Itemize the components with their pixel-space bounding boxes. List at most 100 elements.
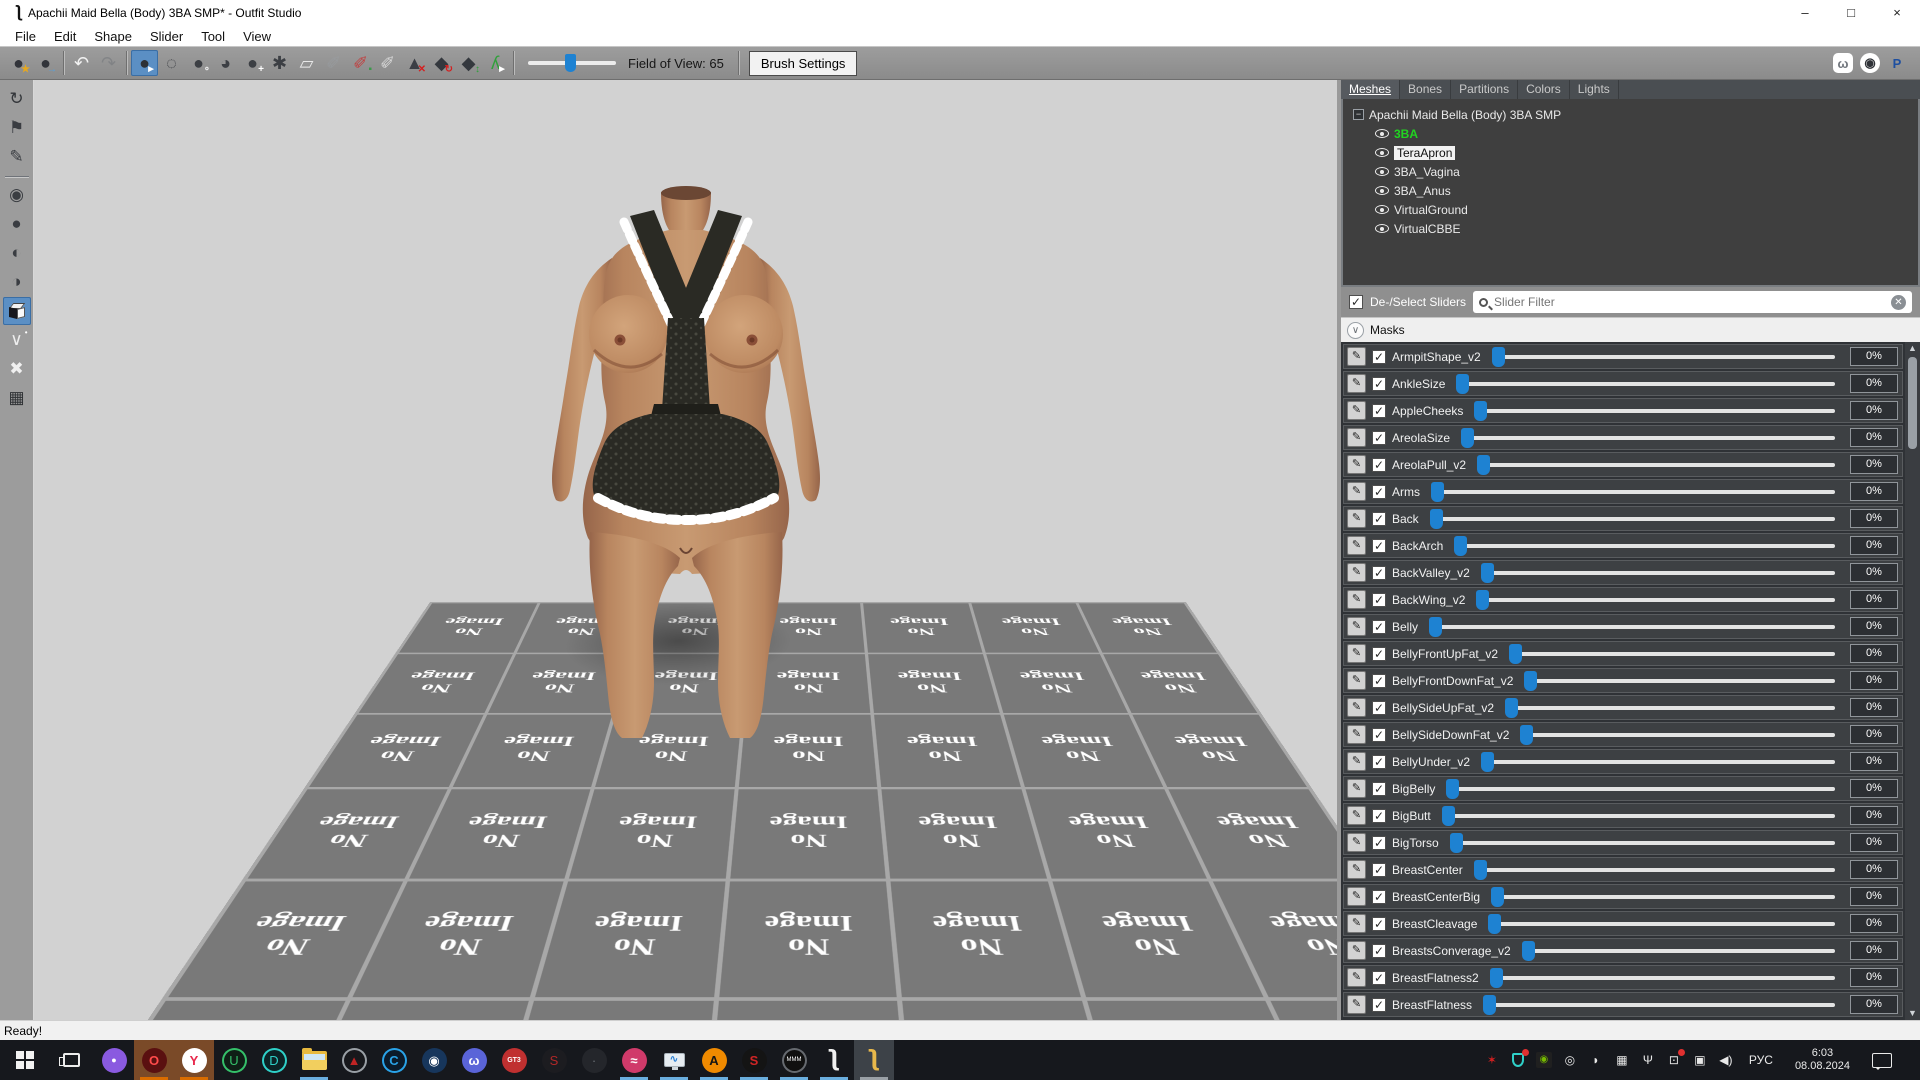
view-back-button[interactable]: ●: [3, 210, 31, 238]
masks-header[interactable]: ∨ Masks: [1341, 317, 1920, 342]
slider-track[interactable]: [1505, 706, 1835, 710]
slider-track[interactable]: [1442, 814, 1835, 818]
slider-thumb[interactable]: [1524, 671, 1537, 691]
scale-tool-button[interactable]: ◆↕: [455, 50, 482, 76]
slider-value[interactable]: 0%: [1850, 563, 1898, 582]
slider-value[interactable]: 0%: [1850, 698, 1898, 717]
close-button[interactable]: ×: [1874, 0, 1920, 26]
edit-slider-button[interactable]: ✎: [1347, 617, 1366, 636]
tree-item-3ba_vagina[interactable]: 3BA_Vagina: [1353, 162, 1918, 181]
slider-thumb[interactable]: [1476, 590, 1489, 610]
slider-thumb[interactable]: [1483, 995, 1496, 1015]
slider-checkbox[interactable]: ✓: [1372, 836, 1386, 850]
usb-tray-icon[interactable]: Ψ: [1639, 1051, 1657, 1069]
slider-track[interactable]: [1450, 841, 1835, 845]
tree-item-virtualcbbe[interactable]: VirtualCBBE: [1353, 219, 1918, 238]
slider-track[interactable]: [1430, 517, 1835, 521]
slider-thumb[interactable]: [1474, 401, 1487, 421]
slider-checkbox[interactable]: ✓: [1372, 539, 1386, 553]
color-brush-button[interactable]: ✐▪: [347, 50, 374, 76]
tree-root-row[interactable]: − Apachii Maid Bella (Body) 3BA SMP: [1353, 105, 1918, 124]
hwmonitor-app-icon[interactable]: ≈: [614, 1040, 654, 1080]
taskbar-clock[interactable]: 6:03 08.08.2024: [1787, 1047, 1858, 1073]
pc-alert-tray-icon[interactable]: ⊡: [1665, 1051, 1683, 1069]
vertex-edit-button[interactable]: ʎ►: [482, 50, 509, 76]
slider-value[interactable]: 0%: [1850, 752, 1898, 771]
browser-drop-app-icon[interactable]: ●: [94, 1040, 134, 1080]
slider-track[interactable]: [1446, 787, 1835, 791]
slider-value[interactable]: 0%: [1850, 968, 1898, 987]
redo-button[interactable]: ↷: [95, 50, 122, 76]
language-indicator[interactable]: РУС: [1743, 1053, 1779, 1067]
slider-checkbox[interactable]: ✓: [1372, 404, 1386, 418]
mask-brush-button[interactable]: ◌: [158, 50, 185, 76]
tree-collapse-icon[interactable]: −: [1353, 109, 1364, 120]
slider-track[interactable]: [1490, 976, 1835, 980]
start-button[interactable]: [2, 1040, 48, 1080]
slider-checkbox[interactable]: ✓: [1372, 998, 1386, 1012]
show-vertices-button[interactable]: ∨•: [3, 326, 31, 354]
restore-button[interactable]: □: [1828, 0, 1874, 26]
tree-item-teraapron[interactable]: TeraApron: [1353, 143, 1918, 162]
volume-tray-icon[interactable]: ◀): [1717, 1051, 1735, 1069]
brush-settings-button[interactable]: Brush Settings: [749, 51, 858, 76]
eye-icon[interactable]: [1375, 148, 1389, 157]
security-shield-app-icon[interactable]: D: [254, 1040, 294, 1080]
mmm-app-icon[interactable]: MMM: [774, 1040, 814, 1080]
steam-tray-icon[interactable]: ◎: [1561, 1051, 1579, 1069]
orbit-view-button[interactable]: ↻: [3, 85, 31, 113]
slider-track[interactable]: [1524, 679, 1835, 683]
show-bones-toggle-button[interactable]: ✖: [3, 355, 31, 383]
eye-icon[interactable]: [1375, 129, 1389, 138]
slider-thumb[interactable]: [1442, 806, 1455, 826]
slider-checkbox[interactable]: ✓: [1372, 971, 1386, 985]
slider-thumb[interactable]: [1430, 509, 1443, 529]
pencil-edit-button[interactable]: ✎: [3, 143, 31, 171]
edit-slider-button[interactable]: ✎: [1347, 401, 1366, 420]
eye-icon[interactable]: [1375, 167, 1389, 176]
slider-value[interactable]: 0%: [1850, 401, 1898, 420]
slider-thumb[interactable]: [1431, 482, 1444, 502]
edit-slider-button[interactable]: ✎: [1347, 509, 1366, 528]
antivirus-tray-icon[interactable]: [1509, 1051, 1527, 1069]
bloody-mouse-tray-icon[interactable]: ✶: [1483, 1051, 1501, 1069]
menu-slider[interactable]: Slider: [141, 29, 192, 44]
slider-checkbox[interactable]: ✓: [1372, 593, 1386, 607]
edit-slider-button[interactable]: ✎: [1347, 914, 1366, 933]
menu-file[interactable]: File: [6, 29, 45, 44]
slider-value[interactable]: 0%: [1850, 671, 1898, 690]
edit-slider-button[interactable]: ✎: [1347, 968, 1366, 987]
edit-slider-button[interactable]: ✎: [1347, 563, 1366, 582]
slider-checkbox[interactable]: ✓: [1372, 458, 1386, 472]
menu-view[interactable]: View: [234, 29, 280, 44]
perspective-toggle-button[interactable]: [3, 297, 31, 325]
slider-value[interactable]: 0%: [1850, 833, 1898, 852]
edit-slider-button[interactable]: ✎: [1347, 536, 1366, 555]
slider-track[interactable]: [1492, 355, 1835, 359]
scroll-down-icon[interactable]: ▼: [1908, 1007, 1917, 1020]
slider-value[interactable]: 0%: [1850, 995, 1898, 1014]
view-right-button[interactable]: ◑: [3, 268, 31, 296]
slider-value[interactable]: 0%: [1850, 482, 1898, 501]
slider-checkbox[interactable]: ✓: [1372, 917, 1386, 931]
slider-checkbox[interactable]: ✓: [1372, 782, 1386, 796]
slider-track[interactable]: [1454, 544, 1835, 548]
slider-checkbox[interactable]: ✓: [1372, 809, 1386, 823]
slider-value[interactable]: 0%: [1850, 509, 1898, 528]
slider-value[interactable]: 0%: [1850, 374, 1898, 393]
slider-thumb[interactable]: [1488, 914, 1501, 934]
action-center-icon[interactable]: [1872, 1053, 1892, 1068]
pin-button[interactable]: ⚑: [3, 114, 31, 142]
move-brush-button[interactable]: ●+: [239, 50, 266, 76]
slider-checkbox[interactable]: ✓: [1372, 512, 1386, 526]
slider-checkbox[interactable]: ✓: [1372, 755, 1386, 769]
file-explorer-app-icon[interactable]: [294, 1040, 334, 1080]
slider-thumb[interactable]: [1450, 833, 1463, 853]
antivirus-app-icon[interactable]: ▲: [334, 1040, 374, 1080]
slider-value[interactable]: 0%: [1850, 536, 1898, 555]
tab-colors[interactable]: Colors: [1518, 80, 1570, 99]
slider-thumb[interactable]: [1505, 698, 1518, 718]
utorrent-app-icon[interactable]: U: [214, 1040, 254, 1080]
slider-value[interactable]: 0%: [1850, 725, 1898, 744]
slider-track[interactable]: [1491, 895, 1835, 899]
